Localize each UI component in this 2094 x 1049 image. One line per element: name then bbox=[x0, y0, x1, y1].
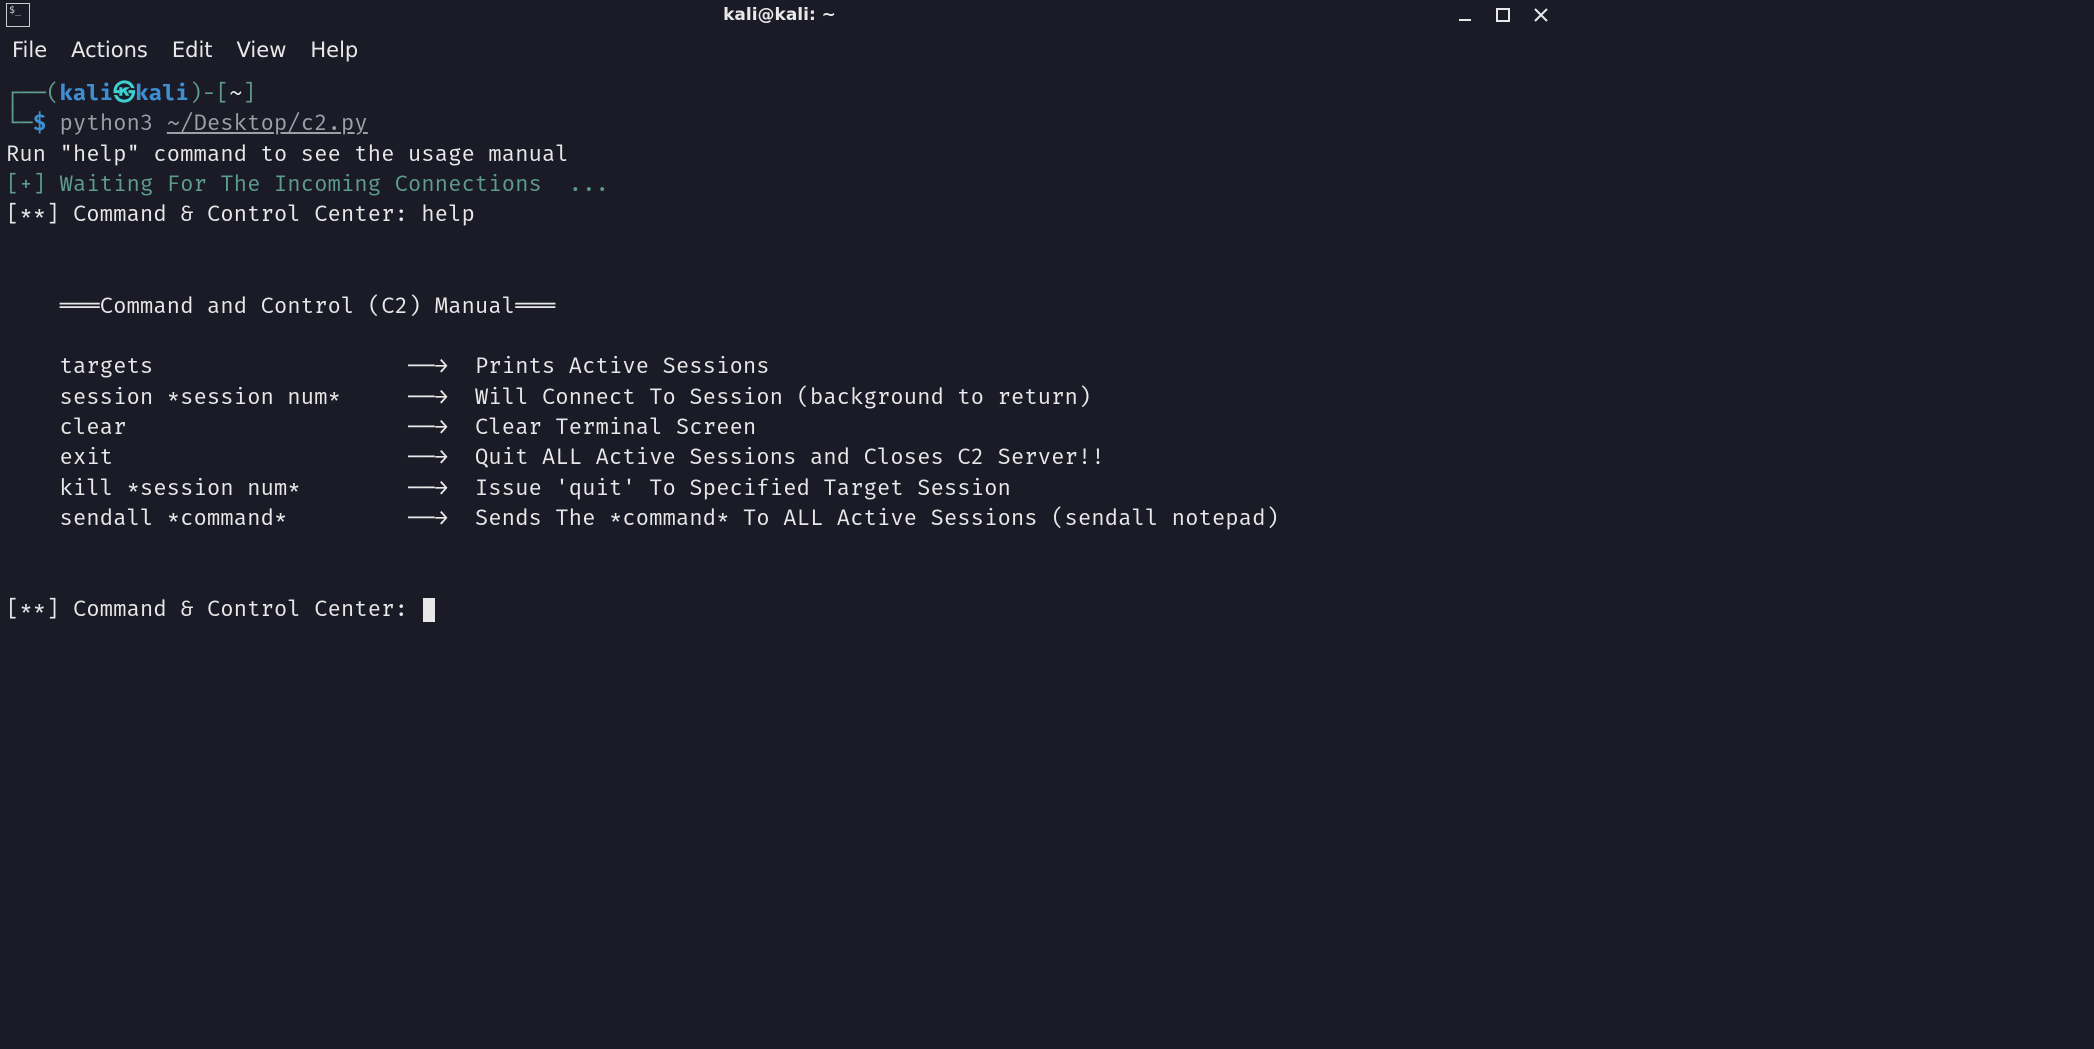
c2-prompt: [**] Command & Control Center: bbox=[6, 595, 421, 622]
manual-targets: targets ──→ Prints Active Sessions bbox=[6, 352, 770, 379]
menu-help[interactable]: Help bbox=[310, 38, 358, 62]
menu-file[interactable]: File bbox=[12, 38, 47, 62]
output-c2-help-line: [**] Command & Control Center: help bbox=[6, 200, 475, 227]
prompt-dollar: $ bbox=[33, 109, 46, 136]
output-help-line: Run "help" command to see the usage manu… bbox=[6, 140, 569, 167]
prompt-close-paren: )-[ bbox=[189, 79, 229, 106]
prompt-corner-top: ┌──( bbox=[6, 79, 60, 106]
prompt-separator-icon: ㉿ bbox=[113, 79, 135, 106]
manual-clear: clear ──→ Clear Terminal Screen bbox=[6, 413, 756, 440]
maximize-button[interactable] bbox=[1493, 5, 1513, 25]
window-controls bbox=[1455, 5, 1551, 25]
terminal-output[interactable]: ┌──(kali㉿kali)-[~] └─$ python3 ~/Desktop… bbox=[0, 70, 1559, 632]
output-waiting-line: [+] Waiting For The Incoming Connections… bbox=[6, 170, 609, 197]
manual-session: session *session num* ──→ Will Connect T… bbox=[6, 383, 1091, 410]
command-path: ~/Desktop/c2.py bbox=[167, 109, 368, 136]
manual-kill: kill *session num* ──→ Issue 'quit' To S… bbox=[6, 474, 1011, 501]
menu-view[interactable]: View bbox=[237, 38, 287, 62]
manual-sendall: sendall *command* ──→ Sends The *command… bbox=[6, 504, 1279, 531]
prompt-corner-bottom: └─ bbox=[6, 109, 33, 136]
menu-edit[interactable]: Edit bbox=[172, 38, 213, 62]
prompt-path: ~ bbox=[229, 79, 242, 106]
terminal-icon-glyph: $_ bbox=[9, 5, 21, 16]
prompt-bracket-end: ] bbox=[243, 79, 256, 106]
close-button[interactable] bbox=[1531, 5, 1551, 25]
terminal-icon: $_ bbox=[6, 3, 30, 27]
menu-actions[interactable]: Actions bbox=[71, 38, 148, 62]
terminal-cursor bbox=[423, 598, 435, 622]
manual-exit: exit ──→ Quit ALL Active Sessions and Cl… bbox=[6, 443, 1105, 470]
prompt-user: kali bbox=[60, 79, 114, 106]
manual-header: ═══Command and Control (C2) Manual═══ bbox=[6, 292, 555, 319]
command-interpreter: python3 bbox=[46, 109, 167, 136]
menu-bar: File Actions Edit View Help bbox=[0, 30, 1559, 70]
prompt-host: kali bbox=[135, 79, 189, 106]
minimize-button[interactable] bbox=[1455, 5, 1475, 25]
window-title: kali@kali: ~ bbox=[723, 5, 836, 25]
window-titlebar: $_ kali@kali: ~ bbox=[0, 0, 1559, 30]
